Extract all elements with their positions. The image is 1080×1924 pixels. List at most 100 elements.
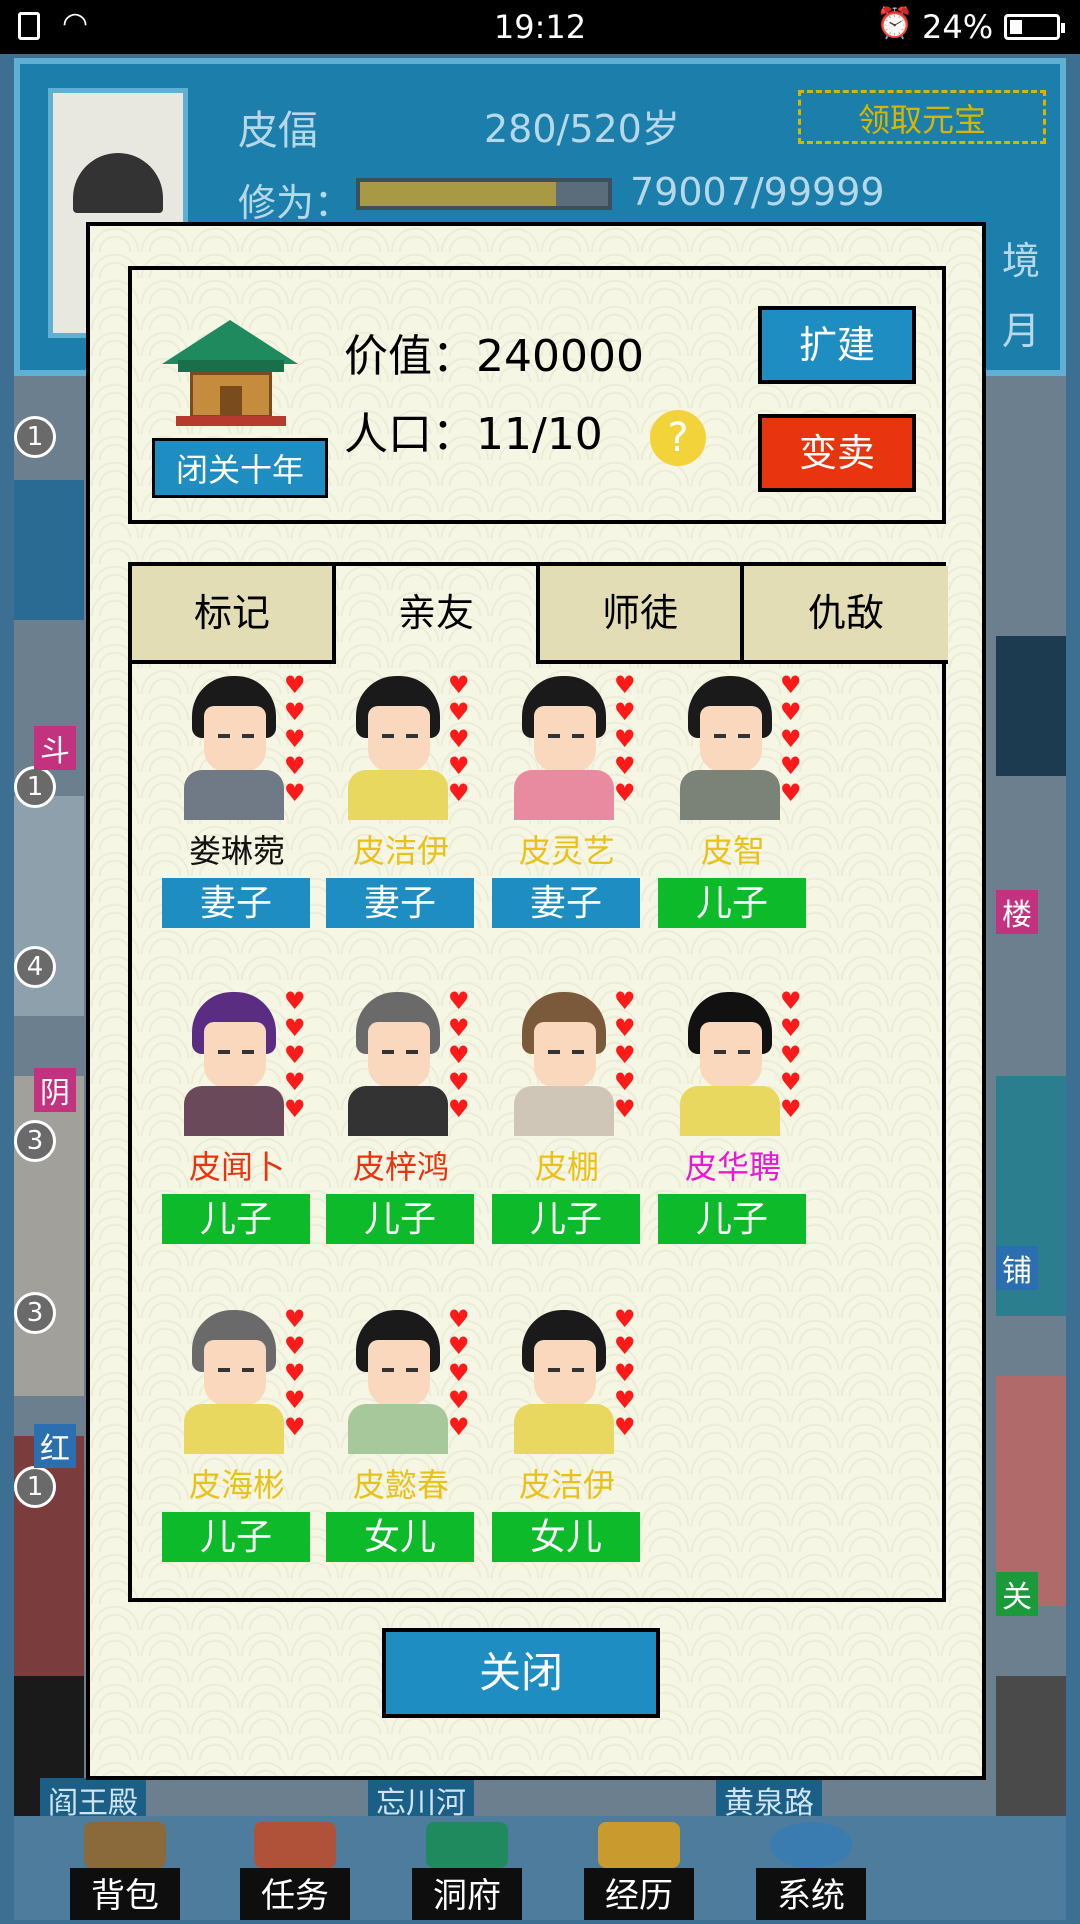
map-location-label[interactable]: 关	[996, 1572, 1038, 1616]
family-member-card[interactable]: ♥ ♥ ♥ ♥ ♥ 皮洁伊妻子	[326, 670, 476, 960]
cultivation-bar	[356, 178, 612, 210]
character-name: 皮偪	[238, 108, 318, 154]
tab-backpack[interactable]: 背包	[70, 1822, 180, 1920]
map-location-label[interactable]: 铺	[996, 1246, 1038, 1290]
member-name: 皮智	[700, 832, 765, 870]
affection-hearts-icon: ♥ ♥ ♥ ♥ ♥	[614, 1305, 636, 1441]
member-name: 皮海彬	[188, 1466, 285, 1504]
family-member-card[interactable]: ♥ ♥ ♥ ♥ ♥ 皮懿春 女儿	[326, 1304, 476, 1594]
map-location-label[interactable]: 红	[34, 1424, 76, 1468]
collect-yuanbao-button[interactable]: 领取元宝	[798, 90, 1046, 144]
member-portrait	[180, 1304, 294, 1454]
map-badge: 3	[14, 1120, 56, 1162]
member-relation-badge: 儿子	[492, 1194, 640, 1244]
member-portrait	[510, 986, 624, 1136]
member-relation-badge: 儿子	[162, 1512, 310, 1562]
tab-system[interactable]: 系统	[756, 1822, 866, 1920]
map-location-label[interactable]: 阴	[34, 1068, 76, 1112]
affection-hearts-icon: ♥ ♥ ♥ ♥ ♥	[448, 987, 470, 1123]
member-portrait	[676, 670, 790, 820]
member-relation-badge: 妻子	[492, 878, 640, 928]
family-member-card[interactable]: ♥ ♥ ♥ ♥ ♥ 娄琳菀 妻子	[162, 670, 312, 960]
family-member-card[interactable]: ♥ ♥ ♥ ♥ ♥ 皮棚 儿子	[492, 986, 642, 1276]
map-location-label[interactable]: 斗	[34, 726, 76, 770]
member-portrait	[344, 670, 458, 820]
backpack-icon	[84, 1822, 166, 1868]
book-icon	[598, 1822, 680, 1868]
member-relation-badge: 女儿	[326, 1512, 474, 1562]
tab-history[interactable]: 经历	[584, 1822, 694, 1920]
cultivation-label: 修为：	[238, 181, 353, 225]
member-portrait	[510, 1304, 624, 1454]
family-member-card[interactable]: ♥ ♥ ♥ ♥ ♥ 皮洁伊女儿	[492, 1304, 642, 1594]
status-time: 19:12	[493, 8, 587, 46]
family-member-card[interactable]: ♥ ♥ ♥ ♥ ♥ 皮海彬儿子	[162, 1304, 312, 1594]
member-relation-badge: 儿子	[162, 1194, 310, 1244]
member-relation-badge: 女儿	[492, 1512, 640, 1562]
status-bar: ◠ 19:12 ⏰ 24%	[0, 0, 1080, 54]
house-icon	[426, 1822, 508, 1868]
family-member-card[interactable]: ♥ ♥ ♥ ♥ ♥ 皮灵艺 妻子	[492, 670, 642, 960]
tab-cave-dwelling[interactable]: 洞府	[412, 1822, 522, 1920]
member-name: 皮洁伊	[352, 832, 449, 870]
alarm-icon: ⏰	[876, 6, 914, 41]
family-member-card[interactable]: ♥ ♥ ♥ ♥ ♥ 皮梓鸿儿子	[326, 986, 476, 1276]
sell-button[interactable]: 变卖	[758, 414, 916, 492]
member-relation-badge: 妻子	[326, 878, 474, 928]
affection-hearts-icon: ♥ ♥ ♥ ♥ ♥	[448, 671, 470, 807]
close-button[interactable]: 关闭	[382, 1628, 660, 1718]
character-age: 280/520岁	[484, 107, 680, 151]
tab-label: 背包	[91, 1876, 159, 1916]
member-name: 皮闻卜	[188, 1148, 285, 1186]
quest-scroll-icon	[254, 1822, 336, 1868]
expand-button[interactable]: 扩建	[758, 306, 916, 384]
affection-hearts-icon: ♥ ♥ ♥ ♥ ♥	[284, 1305, 306, 1441]
tab-marked[interactable]: 标记	[132, 566, 336, 664]
retreat-ten-years-button[interactable]: 闭关十年	[152, 438, 328, 498]
family-member-card[interactable]: ♥ ♥ ♥ ♥ ♥ 皮华聘 儿子	[658, 986, 808, 1276]
map-location-label[interactable]: 楼	[996, 890, 1038, 934]
member-portrait	[676, 986, 790, 1136]
member-portrait	[344, 986, 458, 1136]
member-portrait	[344, 1304, 458, 1454]
affection-hearts-icon: ♥ ♥ ♥ ♥ ♥	[614, 987, 636, 1123]
map-badge: 1	[14, 766, 56, 808]
map-badge: 4	[14, 946, 56, 988]
dwelling-value: 价值：240000	[344, 320, 644, 384]
affection-hearts-icon: ♥ ♥ ♥ ♥ ♥	[780, 671, 802, 807]
member-name: 皮华聘	[684, 1148, 781, 1186]
family-member-card[interactable]: ♥ ♥ ♥ ♥ ♥ 皮闻卜 儿子	[162, 986, 312, 1276]
help-icon[interactable]: ?	[650, 410, 706, 466]
cave-dwelling-dialog: 闭关十年 价值：240000 人口：11/10 ? 扩建 变卖 标记 亲友 师徒…	[86, 222, 986, 1780]
map-badge: 3	[14, 1292, 56, 1334]
affection-hearts-icon: ♥ ♥ ♥ ♥ ♥	[284, 671, 306, 807]
member-relation-badge: 妻子	[162, 878, 310, 928]
population-value: 11/10	[476, 409, 603, 460]
family-member-card[interactable]: ♥ ♥ ♥ ♥ ♥ 皮智儿子	[658, 670, 808, 960]
tab-label: 系统	[777, 1876, 845, 1916]
month-text: 月	[1002, 309, 1041, 353]
member-name: 皮洁伊	[518, 1466, 615, 1504]
value-amount: 240000	[476, 331, 644, 382]
member-name: 皮梓鸿	[352, 1148, 449, 1186]
member-name: 皮懿春	[352, 1466, 449, 1504]
dwelling-population: 人口：11/10	[344, 398, 603, 462]
dwelling-info-panel: 闭关十年 价值：240000 人口：11/10 ? 扩建 变卖	[128, 266, 946, 524]
tab-label: 任务	[261, 1876, 329, 1916]
member-portrait	[180, 986, 294, 1136]
member-relation-badge: 儿子	[658, 878, 806, 928]
population-label: 人口：	[344, 409, 476, 460]
value-label: 价值：	[344, 331, 476, 382]
battery-icon	[1004, 14, 1065, 40]
member-portrait	[510, 670, 624, 820]
affection-hearts-icon: ♥ ♥ ♥ ♥ ♥	[780, 987, 802, 1123]
tab-friends-family[interactable]: 亲友	[336, 566, 540, 664]
realm-text: 境	[1002, 239, 1041, 283]
member-relation-badge: 儿子	[326, 1194, 474, 1244]
affection-hearts-icon: ♥ ♥ ♥ ♥ ♥	[614, 671, 636, 807]
tab-label: 经历	[605, 1876, 673, 1916]
tab-quests[interactable]: 任务	[240, 1822, 350, 1920]
tab-enemies[interactable]: 仇敌	[744, 566, 948, 664]
bottom-tab-bar: 背包 任务 洞府 经历 系统	[14, 1816, 1066, 1920]
tab-master-disciple[interactable]: 师徒	[540, 566, 744, 664]
